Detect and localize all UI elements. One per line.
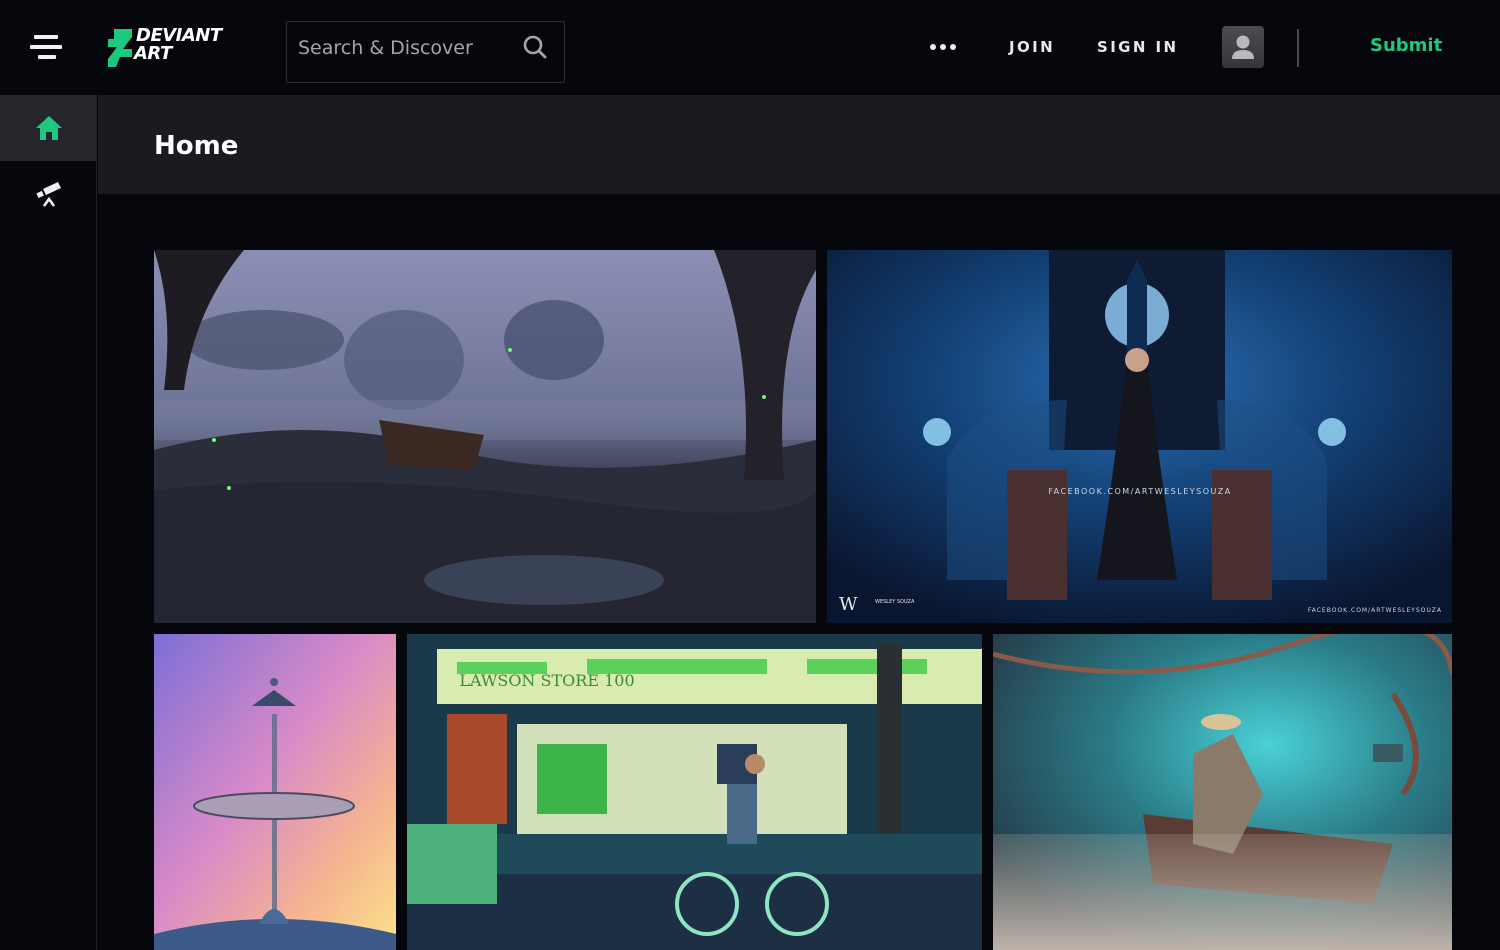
menu-icon: [34, 35, 58, 39]
signature-mark: W: [839, 594, 858, 615]
artwork-image: [154, 250, 816, 623]
gallery-item-swamp-boat[interactable]: [154, 250, 816, 623]
submit-button[interactable]: Submit: [1370, 35, 1442, 56]
artwork-image: [993, 634, 1452, 950]
user-icon: [1232, 35, 1254, 59]
gallery-item-old-man-boat[interactable]: [993, 634, 1452, 950]
deviantart-logo-icon: [108, 29, 132, 67]
page-header: Home: [98, 95, 1500, 194]
deviantart-logo[interactable]: DEVIANT ART: [108, 27, 248, 67]
gallery-item-blue-fantasy[interactable]: FACEBOOK.COM/ARTWESLEYSOUZA FACEBOOK.COM…: [827, 250, 1452, 623]
gallery-item-night-cyclist[interactable]: LAWSON STORE 100: [407, 634, 982, 950]
sidebar-item-home[interactable]: [0, 95, 97, 161]
more-menu-button[interactable]: [930, 38, 960, 56]
signature-text: WESLEY SOUZA: [875, 599, 915, 605]
watermark-text: FACEBOOK.COM/ARTWESLEYSOUZA: [1048, 487, 1231, 496]
join-link[interactable]: JOIN: [1009, 38, 1055, 56]
search-input[interactable]: [287, 22, 517, 74]
dot-icon: [950, 44, 956, 50]
menu-icon-bar: [30, 45, 62, 49]
page-title: Home: [154, 131, 239, 161]
menu-icon-bar: [38, 55, 56, 59]
watermark-text-corner: FACEBOOK.COM/ARTWESLEYSOUZA: [1308, 607, 1442, 614]
logo-text-line2: ART: [134, 43, 172, 64]
sign-in-link[interactable]: SIGN IN: [1097, 38, 1178, 56]
sidebar: [0, 95, 97, 950]
top-bar: DEVIANT ART JOIN SIGN IN Submit: [0, 0, 1500, 95]
artwork-image: FACEBOOK.COM/ARTWESLEYSOUZA FACEBOOK.COM…: [827, 250, 1452, 623]
artwork-image: [154, 634, 396, 950]
sidebar-item-discover[interactable]: [0, 161, 97, 227]
search-icon[interactable]: [522, 34, 548, 60]
header-divider: [1297, 29, 1299, 67]
store-sign-text: LAWSON STORE 100: [459, 671, 634, 690]
menu-button[interactable]: [30, 33, 62, 61]
gallery-item-water-droplet[interactable]: [154, 634, 396, 950]
artwork-image: LAWSON STORE 100: [407, 634, 982, 950]
home-icon: [35, 116, 62, 140]
search-box: [286, 21, 565, 83]
dot-icon: [930, 44, 936, 50]
avatar[interactable]: [1222, 26, 1264, 68]
telescope-icon: [35, 182, 61, 207]
dot-icon: [940, 44, 946, 50]
